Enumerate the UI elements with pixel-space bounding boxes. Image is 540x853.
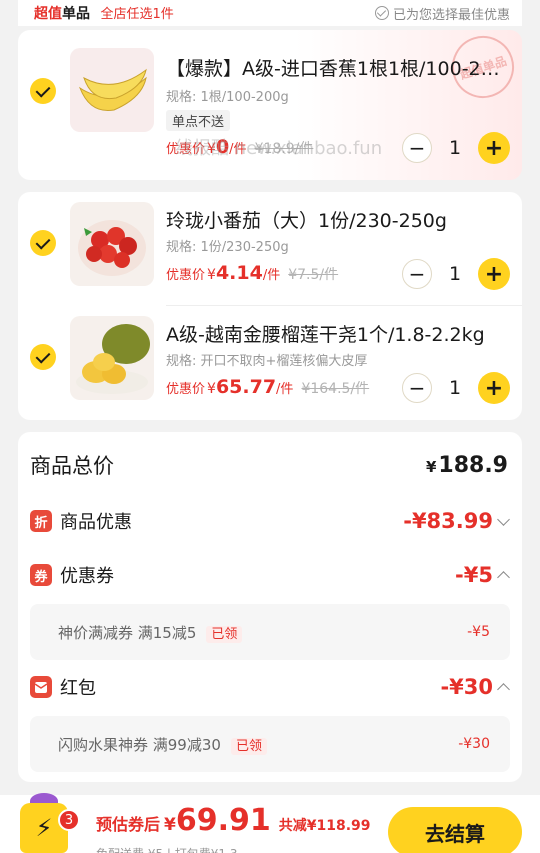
product-spec: 规格: 开口不取肉+榴莲核偏大皮厚 <box>166 354 368 369</box>
best-offer-label: 已为您选择最佳优惠 <box>392 7 510 23</box>
product-image-tomato[interactable] <box>70 202 154 286</box>
price-label: 优惠价 <box>166 382 206 397</box>
total-value: 188.9 <box>438 452 508 478</box>
price-yen: ¥ <box>207 267 216 283</box>
increase-button[interactable]: + <box>478 258 510 290</box>
coupon-icon: 券 <box>30 564 52 586</box>
coupon-value: -¥5 <box>455 563 493 587</box>
shipping-info: 免配送费 ¥5 | 打包费¥1.3 <box>96 845 237 853</box>
price-unit: /件 <box>229 142 247 157</box>
chevron-up-icon[interactable] <box>497 682 510 696</box>
chevron-up-icon[interactable] <box>497 570 510 584</box>
cart-card-items: 玲珑小番茄（大）1份/230-250g 规格: 1份/230-250g 优惠价 ¥… <box>18 192 522 420</box>
best-offer-note: 已为您选择最佳优惠 <box>374 4 510 23</box>
total-row: 商品总价 ¥188.9 <box>30 450 508 480</box>
redpacket-detail-name: 闪购水果神券 满99减30 <box>58 735 221 754</box>
product-price: 优惠价 ¥0/件 ¥18.9/件 <box>166 136 313 158</box>
price-summary: 商品总价 ¥188.9 折商品优惠 -¥83.99 券优惠券 -¥5 神价满减券… <box>18 432 522 782</box>
price-value: 65.77 <box>215 376 277 398</box>
redpacket-detail[interactable]: 闪购水果神券 满99减30 已领 -¥30 <box>30 716 510 772</box>
check-circle-icon <box>374 6 389 20</box>
product-image-durian[interactable] <box>70 316 154 400</box>
estimated-price: 预估券后 ¥69.91 共减¥118.99 <box>96 803 371 838</box>
quantity-value: 1 <box>448 137 462 159</box>
item-checkbox[interactable] <box>30 230 56 256</box>
product-note: 单点不送 <box>166 110 231 131</box>
price-label: 优惠价 <box>166 142 206 157</box>
total-amount: ¥188.9 <box>426 453 508 478</box>
tomato-icon <box>78 220 146 276</box>
redpacket-value: -¥30 <box>440 675 493 699</box>
product-title[interactable]: A级-越南金腰榴莲干尧1个/1.8-2.2kg <box>166 320 508 347</box>
product-spec: 规格: 1份/230-250g <box>166 240 289 255</box>
coupon-label: 优惠券 <box>60 566 114 587</box>
product-title[interactable]: 玲珑小番茄（大）1份/230-250g <box>166 206 508 233</box>
item-checkbox[interactable] <box>30 344 56 370</box>
cart-item: 玲珑小番茄（大）1份/230-250g 规格: 1份/230-250g 优惠价 ¥… <box>18 192 522 306</box>
estimated-yen: ¥ <box>164 815 176 835</box>
total-savings: 共减¥118.99 <box>278 818 371 834</box>
decrease-button[interactable]: − <box>402 259 432 289</box>
original-price: ¥7.5/件 <box>288 267 339 283</box>
redpacket-row[interactable]: 红包 -¥30 <box>30 674 510 700</box>
banana-icon <box>78 68 147 112</box>
total-label: 商品总价 <box>30 454 114 478</box>
price-value: 0 <box>215 136 230 158</box>
redpacket-label: 红包 <box>60 678 96 699</box>
quantity-stepper: − 1 + <box>402 258 510 290</box>
promo-tag: 超值单品 全店任选1件 <box>34 3 174 23</box>
product-spec: 规格: 1根/100-200g <box>166 90 289 105</box>
cart-count-badge: 3 <box>58 809 80 831</box>
durian-icon <box>76 324 150 394</box>
coupon-detail-name: 神价满减券 满15减5 <box>58 623 197 642</box>
original-price: ¥164.5/件 <box>301 381 370 397</box>
promo-tag-part2: 单品 <box>62 6 90 22</box>
cart-item: 超值单品 【爆款】A级-进口香蕉1根1根/100-200g 规格: 1根/100… <box>18 30 522 164</box>
quantity-value: 1 <box>448 263 462 285</box>
estimated-label: 预估券后 <box>96 815 161 834</box>
red-packet-icon <box>30 676 52 698</box>
discount-value: -¥83.99 <box>403 509 493 533</box>
increase-button[interactable]: + <box>478 132 510 164</box>
promo-tag-part1: 超值 <box>34 6 62 22</box>
quantity-value: 1 <box>448 377 462 399</box>
price-value: 4.14 <box>215 262 263 284</box>
coupon-row[interactable]: 券优惠券 -¥5 <box>30 562 510 588</box>
checkout-bar: ⚡ 3 预估券后¥69.91共减¥118.99 免配送费 ¥5 | 打包费¥1.… <box>0 793 540 853</box>
price-yen: ¥ <box>207 141 216 157</box>
redpacket-detail-amount: -¥30 <box>458 736 490 752</box>
price-unit: /件 <box>276 382 294 397</box>
total-yen: ¥ <box>425 457 437 476</box>
decrease-button[interactable]: − <box>402 373 432 403</box>
checkout-button[interactable]: 去结算 <box>388 807 522 853</box>
price-label: 优惠价 <box>166 268 206 283</box>
coupon-claimed-badge: 已领 <box>206 625 243 643</box>
redpacket-claimed-badge: 已领 <box>230 737 267 755</box>
discount-label: 商品优惠 <box>60 512 132 533</box>
item-checkbox[interactable] <box>30 78 56 104</box>
product-price: 优惠价 ¥65.77/件 ¥164.5/件 <box>166 376 369 398</box>
discount-icon: 折 <box>30 510 52 532</box>
chevron-down-icon[interactable] <box>497 512 510 526</box>
increase-button[interactable]: + <box>478 372 510 404</box>
product-title[interactable]: 【爆款】A级-进口香蕉1根1根/100-200g <box>166 54 502 81</box>
price-unit: /件 <box>262 268 281 283</box>
product-image-banana[interactable] <box>70 48 154 132</box>
promo-header: 超值单品 全店任选1件 已为您选择最佳优惠 <box>18 0 522 26</box>
quantity-stepper: − 1 + <box>402 132 510 164</box>
decrease-button[interactable]: − <box>402 133 432 163</box>
cart-card-featured: 超值单品 【爆款】A级-进口香蕉1根1根/100-200g 规格: 1根/100… <box>18 30 522 180</box>
product-price: 优惠价 ¥4.14/件 ¥7.5/件 <box>166 262 338 284</box>
original-price: ¥18.9/件 <box>254 141 314 157</box>
discount-row[interactable]: 折商品优惠 -¥83.99 <box>30 508 510 534</box>
coupon-detail[interactable]: 神价满减券 满15减5 已领 -¥5 <box>30 604 510 660</box>
quantity-stepper: − 1 + <box>402 372 510 404</box>
promo-subtitle: 全店任选1件 <box>100 7 174 22</box>
estimated-amount: 69.91 <box>175 803 271 838</box>
price-yen: ¥ <box>207 381 216 397</box>
cart-item: A级-越南金腰榴莲干尧1个/1.8-2.2kg 规格: 开口不取肉+榴莲核偏大皮… <box>18 306 522 420</box>
coupon-detail-amount: -¥5 <box>467 624 490 640</box>
